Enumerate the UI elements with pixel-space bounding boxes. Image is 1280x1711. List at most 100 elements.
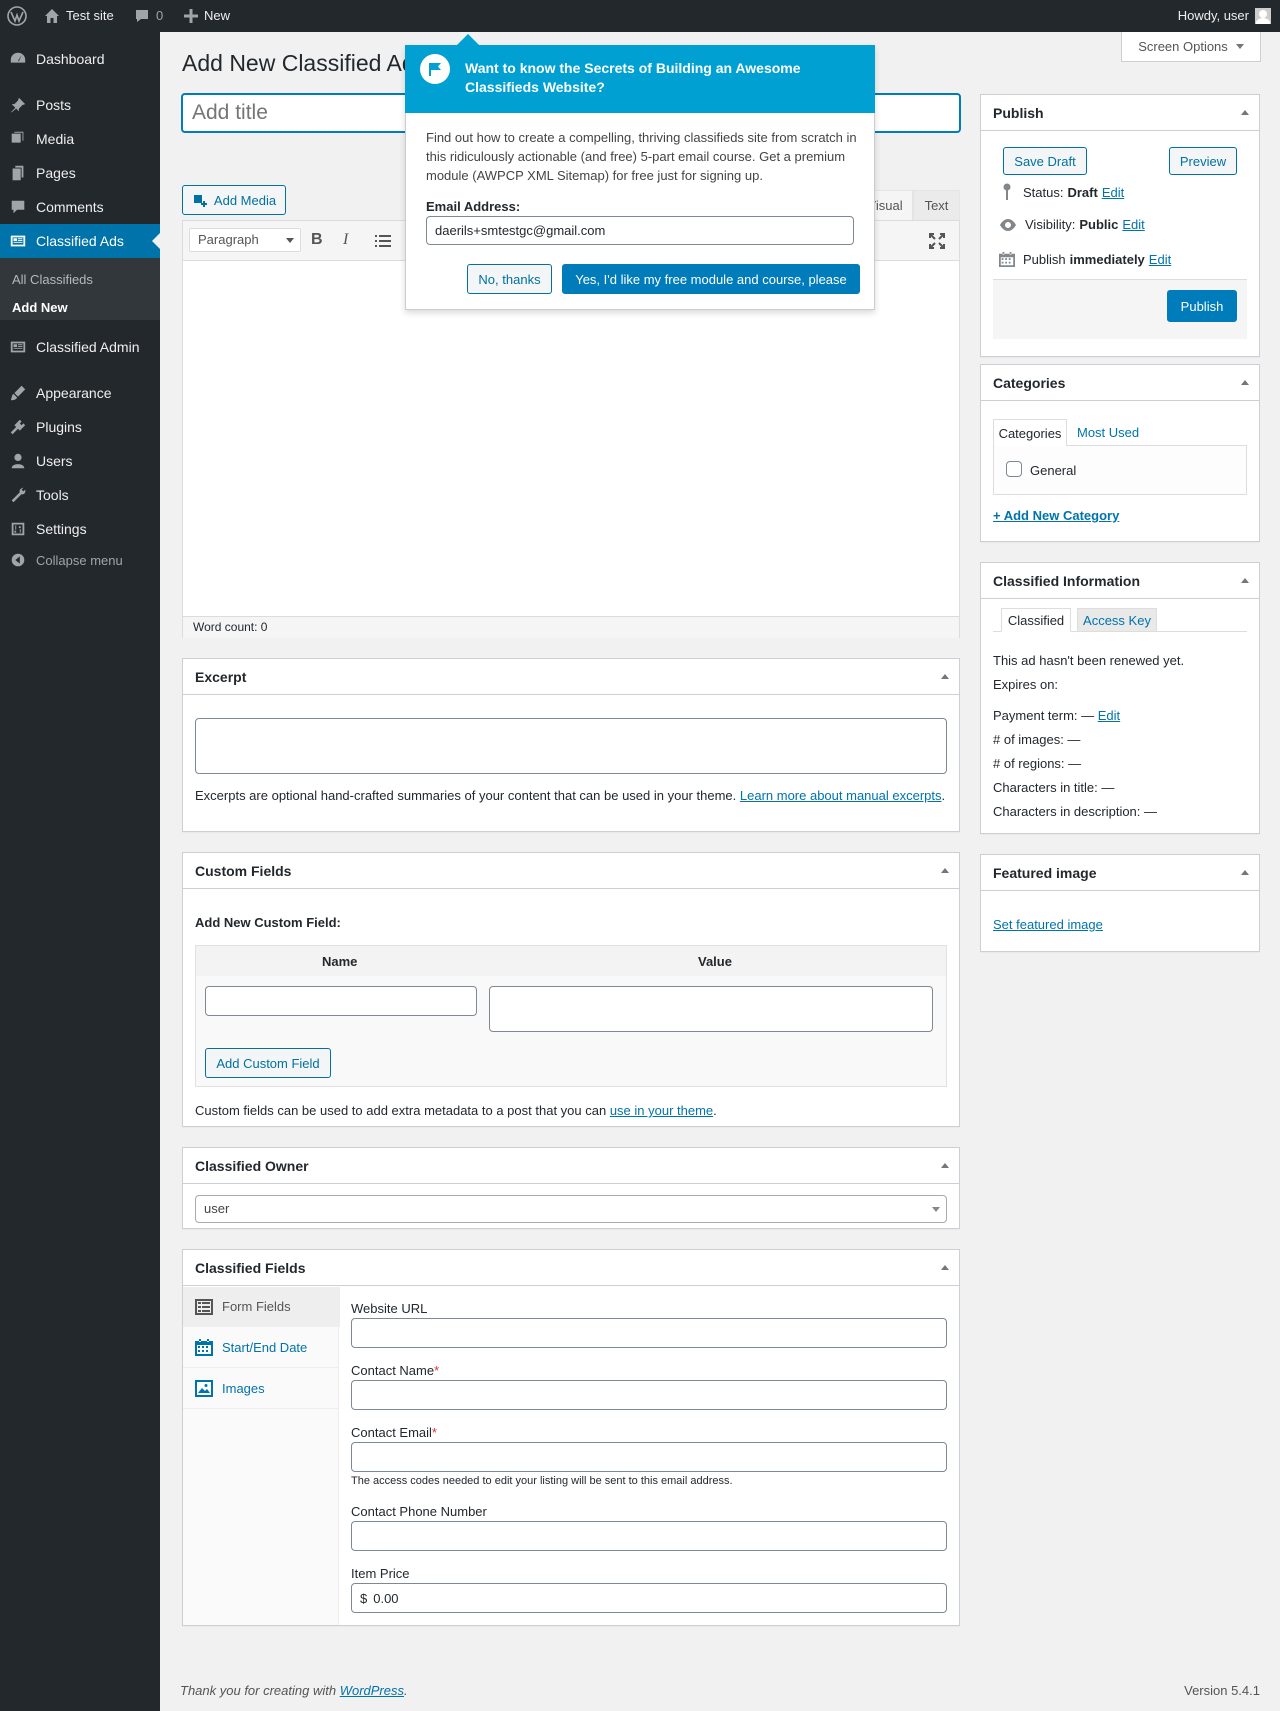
fullscreen-icon[interactable] [929, 233, 945, 249]
tab-images[interactable]: Images [183, 1369, 338, 1409]
edit-publish-date-link[interactable]: Edit [1149, 252, 1171, 267]
sidebar-item-classified-ads[interactable]: Classified Ads [0, 224, 160, 258]
classified-icon [0, 232, 36, 250]
add-new-category-link[interactable]: + Add New Category [993, 508, 1119, 523]
collapse-arrow-icon[interactable] [1241, 380, 1249, 385]
edit-visibility-link[interactable]: Edit [1122, 217, 1144, 232]
new-content-link[interactable]: New [184, 0, 230, 32]
excerpt-header[interactable]: Excerpt [183, 659, 959, 695]
tab-all-categories[interactable]: Categories [993, 419, 1067, 446]
yes-free-module-button[interactable]: Yes, I'd like my free module and course,… [562, 264, 860, 294]
edit-status-link[interactable]: Edit [1102, 185, 1124, 200]
collapse-arrow-icon[interactable] [941, 868, 949, 873]
sidebar-item-pages[interactable]: Pages [0, 156, 160, 190]
submenu-add-new[interactable]: Add New [12, 300, 68, 315]
wordpress-link[interactable]: WordPress [340, 1683, 404, 1698]
use-in-theme-link[interactable]: use in your theme [610, 1103, 713, 1118]
collapse-label: Collapse menu [36, 552, 123, 568]
sidebar-item-tools[interactable]: Tools [0, 478, 160, 512]
collapse-arrow-icon[interactable] [941, 1265, 949, 1270]
sidebar-item-settings[interactable]: Settings [0, 512, 160, 546]
add-custom-field-button[interactable]: Add Custom Field [205, 1048, 331, 1078]
sidebar-item-appearance[interactable]: Appearance [0, 376, 160, 410]
classified-information-header[interactable]: Classified Information [981, 563, 1259, 599]
collapse-menu-button[interactable]: Collapse menu [0, 543, 160, 577]
classified-fields-title: Classified Fields [195, 1260, 306, 1276]
submenu-all-classifieds[interactable]: All Classifieds [12, 272, 93, 287]
add-media-label: Add Media [213, 192, 277, 208]
add-new-custom-field-label: Add New Custom Field: [195, 915, 341, 930]
custom-fields-header[interactable]: Custom Fields [183, 853, 959, 889]
publish-header[interactable]: Publish [981, 95, 1259, 131]
categories-box: Categories Categories Most Used General … [980, 364, 1260, 542]
site-name-link[interactable]: Test site [44, 0, 114, 32]
set-featured-image-link[interactable]: Set featured image [993, 917, 1103, 932]
sidebar-item-comments[interactable]: Comments [0, 190, 160, 224]
excerpt-textarea[interactable] [195, 718, 947, 774]
settings-icon [0, 520, 36, 538]
classified-information-title: Classified Information [993, 573, 1141, 589]
website-url-label: Website URL [351, 1301, 428, 1316]
learn-more-excerpts-link[interactable]: Learn more about manual excerpts [740, 788, 942, 803]
admin-sidebar: Dashboard Posts Media Pages Comments Cla… [0, 32, 160, 1711]
caret-down-icon [1235, 44, 1244, 49]
preview-button[interactable]: Preview [1169, 147, 1237, 175]
sidebar-label: Classified Admin [36, 339, 140, 355]
contact-email-input[interactable] [351, 1442, 947, 1472]
website-url-input[interactable] [351, 1318, 947, 1348]
tab-access-key[interactable]: Access Key [1077, 608, 1157, 632]
sidebar-item-media[interactable]: Media [0, 122, 160, 156]
contact-name-label: Contact Name [351, 1363, 435, 1378]
categories-header[interactable]: Categories [981, 365, 1259, 401]
owner-select[interactable]: user [195, 1195, 947, 1223]
screen-options-button[interactable]: Screen Options [1121, 32, 1261, 62]
my-account-link[interactable]: Howdy, user [1178, 0, 1271, 32]
classified-owner-header[interactable]: Classified Owner [183, 1148, 959, 1184]
sidebar-item-dashboard[interactable]: Dashboard [0, 42, 160, 76]
italic-button[interactable]: I [343, 231, 348, 249]
comments-link[interactable]: 0 [134, 0, 163, 32]
featured-image-header[interactable]: Featured image [981, 855, 1259, 891]
home-icon [45, 9, 59, 23]
custom-field-name-input[interactable] [205, 986, 477, 1016]
payment-term-text: Payment term: — [993, 708, 1095, 723]
popup-email-input[interactable]: daerils+smtestgc@gmail.com [426, 216, 854, 245]
item-price-input[interactable]: $ 0.00 [351, 1583, 947, 1613]
category-checkbox[interactable] [1006, 461, 1022, 477]
custom-field-value-textarea[interactable] [489, 986, 933, 1032]
tab-start-end-date[interactable]: Start/End Date [183, 1328, 338, 1368]
collapse-arrow-icon[interactable] [1241, 110, 1249, 115]
collapse-arrow-icon[interactable] [941, 674, 949, 679]
add-media-button[interactable]: Add Media [182, 185, 286, 215]
collapse-arrow-icon[interactable] [1241, 870, 1249, 875]
tab-text[interactable]: Text [913, 190, 960, 220]
contact-name-input[interactable] [351, 1380, 947, 1410]
classified-fields-header[interactable]: Classified Fields [183, 1250, 959, 1286]
contact-phone-input[interactable] [351, 1521, 947, 1551]
users-icon [0, 452, 36, 470]
format-select[interactable]: Paragraph [189, 228, 301, 252]
no-thanks-button[interactable]: No, thanks [467, 264, 552, 294]
sidebar-item-classified-admin[interactable]: Classified Admin [0, 330, 160, 364]
collapse-arrow-icon[interactable] [1241, 578, 1249, 583]
custom-fields-title: Custom Fields [195, 863, 292, 879]
wordpress-logo-icon[interactable] [7, 0, 27, 32]
publish-button[interactable]: Publish [1167, 290, 1237, 322]
sidebar-item-posts[interactable]: Posts [0, 88, 160, 122]
bold-button[interactable]: B [311, 231, 323, 249]
publish-date-row: Publish immediately Edit [999, 251, 1171, 268]
contact-phone-label: Contact Phone Number [351, 1504, 487, 1519]
collapse-arrow-icon[interactable] [941, 1163, 949, 1168]
tab-classified[interactable]: Classified [1001, 608, 1071, 632]
save-draft-button[interactable]: Save Draft [1003, 147, 1087, 175]
comments-icon [0, 198, 36, 216]
edit-payment-term-link[interactable]: Edit [1098, 708, 1120, 723]
sidebar-item-users[interactable]: Users [0, 444, 160, 478]
calendar-icon [195, 1339, 213, 1356]
contact-email-help: The access codes needed to edit your lis… [351, 1475, 733, 1487]
custom-fields-help: Custom fields can be used to add extra m… [195, 1103, 717, 1118]
tab-form-fields[interactable]: Form Fields [183, 1287, 340, 1327]
sidebar-item-plugins[interactable]: Plugins [0, 410, 160, 444]
tab-most-used[interactable]: Most Used [1077, 425, 1139, 440]
bullet-list-icon[interactable] [375, 234, 391, 248]
